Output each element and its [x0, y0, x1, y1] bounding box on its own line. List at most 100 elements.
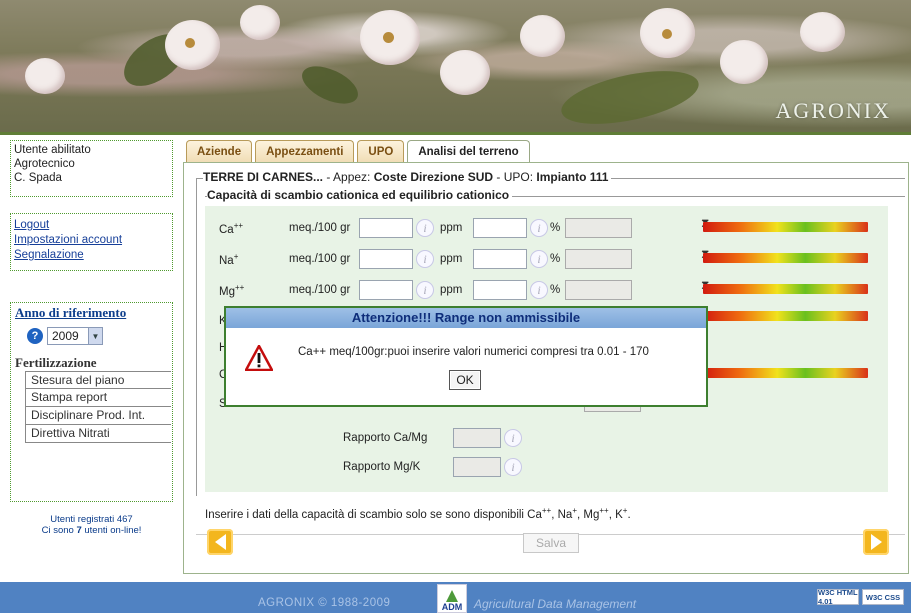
cation-row-na: Na+ meq./100 gr i ppm i % — [219, 248, 632, 270]
warning-icon — [245, 345, 273, 371]
footer: AGRONIX © 1988-2009 ADM Agricultural Dat… — [0, 582, 911, 613]
save-button[interactable]: Salva — [523, 533, 579, 553]
meq-unit-label: meq./100 gr — [289, 222, 351, 234]
ppm-unit-label: ppm — [440, 222, 463, 234]
tab-analisi-terreno[interactable]: Analisi del terreno — [407, 140, 530, 164]
ca-ppm-input[interactable] — [473, 218, 527, 238]
banner-flower — [440, 50, 490, 95]
info-icon[interactable]: i — [416, 219, 434, 237]
adm-logo: ADM — [437, 584, 467, 613]
c-range-bar — [703, 368, 868, 378]
info-icon[interactable]: i — [504, 429, 522, 447]
banner-flower — [240, 5, 280, 40]
percent-label: % — [550, 253, 561, 265]
cation-label: Ca++ — [219, 220, 244, 236]
tab-appezzamenti[interactable]: Appezzamenti — [255, 140, 355, 163]
banner-flower — [720, 40, 768, 84]
mg-meq-input[interactable] — [359, 280, 413, 300]
percent-label: % — [550, 284, 561, 296]
ratio-mg-k-output — [453, 457, 501, 477]
range-error-dialog: Attenzione!!! Range non ammissibile Ca++… — [224, 306, 708, 407]
year-select[interactable]: 2009 ▼ — [47, 327, 103, 345]
banner-flower — [25, 58, 65, 94]
w3c-html-badge[interactable]: W3C HTML 4.01 — [817, 588, 859, 606]
online-users-info: Utenti registrati 467 Ci sono 7 utenti o… — [10, 514, 173, 536]
info-icon[interactable]: i — [416, 250, 434, 268]
na-meq-input[interactable] — [359, 249, 413, 269]
breadcrumb-upo: Impianto 111 — [536, 170, 609, 184]
cation-label: Mg++ — [219, 282, 245, 298]
ratio-ca-mg-label: Rapporto Ca/Mg — [343, 432, 428, 444]
ok-button[interactable]: OK — [449, 370, 481, 390]
previous-arrow-icon[interactable] — [207, 529, 233, 555]
footer-copyright: AGRONIX © 1988-2009 — [258, 597, 391, 609]
ca-percent-output — [565, 218, 632, 238]
mg-percent-output — [565, 280, 632, 300]
meq-unit-label: meq./100 gr — [289, 253, 351, 265]
menu-item-stesura-piano[interactable]: Stesura del piano — [25, 371, 171, 389]
cation-row-ca: Ca++ meq./100 gr i ppm i % — [219, 217, 632, 239]
ratio-ca-mg-row: Rapporto Ca/Mg i — [343, 427, 522, 449]
fertilization-title: Fertilizzazione — [15, 355, 97, 370]
mg-range-bar — [703, 284, 868, 294]
ratio-mg-k-row: Rapporto Mg/K i — [343, 456, 522, 478]
online-prefix: Ci sono — [41, 525, 74, 536]
banner-flower-core — [662, 29, 672, 39]
banner-divider — [0, 132, 911, 135]
account-links-box: Logout Impostazioni account Segnalazione — [10, 213, 173, 271]
fertilization-menu: Stesura del piano Stampa report Discipli… — [15, 371, 171, 443]
k-range-bar — [703, 311, 868, 321]
breadcrumb-company: TERRE DI CARNES... — [203, 170, 324, 184]
banner-flower-core — [185, 38, 195, 48]
report-issue-link[interactable]: Segnalazione — [14, 248, 169, 263]
menu-item-direttiva-nitrati[interactable]: Direttiva Nitrati — [25, 425, 171, 443]
breadcrumb-sep: - UPO: — [493, 170, 537, 184]
account-settings-link[interactable]: Impostazioni account — [14, 233, 169, 248]
info-icon[interactable]: i — [416, 281, 434, 299]
na-range-bar — [703, 253, 868, 263]
info-icon[interactable]: i — [530, 219, 548, 237]
header-banner: AGRONIX — [0, 0, 911, 135]
user-status: Utente abilitato — [14, 144, 91, 156]
year-menu-box: Anno di riferimento ? 2009 ▼ Fertilizzaz… — [10, 302, 173, 502]
year-row: ? 2009 ▼ — [27, 327, 168, 345]
info-icon[interactable]: i — [530, 281, 548, 299]
banner-flower-core — [383, 32, 394, 43]
w3c-css-badge[interactable]: W3C CSS — [862, 589, 904, 605]
menu-item-stampa-report[interactable]: Stampa report — [25, 389, 171, 407]
ppm-unit-label: ppm — [440, 284, 463, 296]
banner-flower — [800, 12, 845, 52]
year-title: Anno di riferimento — [15, 305, 127, 320]
banner-flower — [520, 15, 565, 57]
cation-label: Na+ — [219, 251, 239, 267]
ca-meq-input[interactable] — [359, 218, 413, 238]
ratio-ca-mg-output — [453, 428, 501, 448]
breadcrumb-field: Coste Direzione SUD — [373, 170, 494, 184]
mg-ppm-input[interactable] — [473, 280, 527, 300]
registered-count: 467 — [116, 514, 133, 525]
registered-label: Utenti registrati — [50, 514, 115, 525]
menu-item-disciplinare[interactable]: Disciplinare Prod. Int. — [25, 407, 171, 425]
online-users: Ci sono 7 utenti on-line! — [10, 525, 173, 536]
meq-unit-label: meq./100 gr — [289, 284, 351, 296]
info-icon[interactable]: i — [530, 250, 548, 268]
ca-range-bar — [703, 222, 868, 232]
user-role: Agrotecnico — [14, 158, 75, 170]
logout-link[interactable]: Logout — [14, 218, 169, 233]
ratio-mg-k-label: Rapporto Mg/K — [343, 461, 421, 473]
tab-aziende[interactable]: Aziende — [186, 140, 253, 163]
ppm-unit-label: ppm — [440, 253, 463, 265]
percent-label: % — [550, 222, 561, 234]
user-name: C. Spada — [14, 172, 62, 184]
breadcrumb: TERRE DI CARNES... - Appez: Coste Direzi… — [203, 170, 612, 184]
help-icon[interactable]: ? — [27, 328, 43, 344]
chevron-down-icon[interactable]: ▼ — [88, 328, 102, 344]
cation-row-mg: Mg++ meq./100 gr i ppm i % — [219, 279, 632, 301]
online-count: 7 — [76, 525, 82, 536]
next-arrow-icon[interactable] — [863, 529, 889, 555]
na-ppm-input[interactable] — [473, 249, 527, 269]
breadcrumb-sep: - Appez: — [323, 170, 374, 184]
info-icon[interactable]: i — [504, 458, 522, 476]
availability-note: Inserire i dati della capacità di scambi… — [205, 506, 631, 521]
tab-upo[interactable]: UPO — [357, 140, 405, 163]
